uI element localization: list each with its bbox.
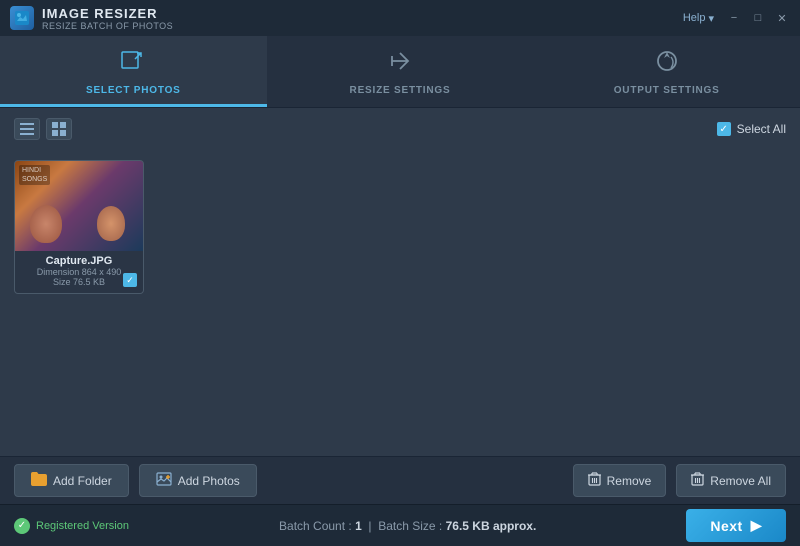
select-all-checkbox[interactable]: ✓ [717,122,731,136]
photo-dimension: Dimension 864 x 490 [21,267,137,277]
list-item[interactable]: HINDISONGS Capture.JPG Dimension 864 x 4… [14,160,144,294]
list-view-button[interactable] [14,118,40,140]
close-button[interactable]: ✕ [774,10,790,26]
status-bar: ✓ Registered Version Batch Count : 1 | B… [0,504,800,546]
photo-info: Capture.JPG Dimension 864 x 490 Size 76.… [15,251,143,293]
title-bar: IMAGE RESIZER RESIZE BATCH OF PHOTOS Hel… [0,0,800,36]
remove-all-button[interactable]: Remove All [676,464,786,497]
batch-info: Batch Count : 1 | Batch Size : 76.5 KB a… [129,519,686,533]
batch-size-value: 76.5 KB approx. [446,519,537,533]
maximize-button[interactable]: □ [750,10,766,26]
select-photos-icon [119,47,147,81]
resize-settings-icon [386,47,414,81]
next-button[interactable]: Next ▶ [686,509,786,542]
view-toggles [14,118,72,140]
app-icon [10,6,34,30]
add-photos-icon [156,472,172,489]
add-folder-button[interactable]: Add Folder [14,464,129,497]
remove-button[interactable]: Remove [573,464,667,497]
tab-resize-settings-label: RESIZE SETTINGS [350,85,451,96]
select-all-area[interactable]: ✓ Select All [717,122,786,136]
help-button[interactable]: Help ▾ [683,12,714,25]
tab-output-settings[interactable]: OUTPUT SETTINGS [533,36,800,107]
thumb-overlay: HINDISONGS [19,165,50,185]
add-photos-label: Add Photos [178,474,240,488]
photo-thumbnail: HINDISONGS [15,161,144,251]
batch-count-label: Batch Count : [279,519,352,533]
remove-label: Remove [607,474,652,488]
title-bar-left: IMAGE RESIZER RESIZE BATCH OF PHOTOS [10,6,173,31]
remove-all-icon [691,472,704,489]
grid-view-button[interactable] [46,118,72,140]
title-bar-text: IMAGE RESIZER RESIZE BATCH OF PHOTOS [42,6,173,31]
app-subtitle: RESIZE BATCH OF PHOTOS [42,21,173,31]
minimize-button[interactable]: − [726,10,742,26]
batch-count-value: 1 [355,519,362,533]
photo-name: Capture.JPG [21,255,137,267]
tab-output-settings-label: OUTPUT SETTINGS [614,85,720,96]
select-all-label: Select All [737,122,786,136]
tab-select-photos[interactable]: SELECT PHOTOS [0,36,267,107]
next-label: Next [710,518,742,534]
registered-label: Registered Version [36,520,129,532]
app-title: IMAGE RESIZER [42,6,173,21]
registered-icon: ✓ [14,518,30,534]
toolbar: ✓ Select All [0,108,800,150]
photo-checkbox[interactable]: ✓ [123,273,137,287]
photo-grid: HINDISONGS Capture.JPG Dimension 864 x 4… [0,150,800,456]
tab-resize-settings[interactable]: RESIZE SETTINGS [267,36,534,107]
tab-bar: SELECT PHOTOS RESIZE SETTINGS OUTPUT SET… [0,36,800,108]
photo-size: Size 76.5 KB [21,277,137,287]
output-settings-icon [653,47,681,81]
add-photos-button[interactable]: Add Photos [139,464,257,497]
bottom-bar: Add Folder Add Photos [0,456,800,504]
batch-size-label: Batch Size : [378,519,442,533]
remove-icon [588,472,601,489]
remove-all-label: Remove All [710,474,771,488]
folder-icon [31,472,47,489]
registered-badge: ✓ Registered Version [14,518,129,534]
window-controls: − □ ✕ [726,10,790,26]
next-arrow-icon: ▶ [751,517,762,534]
tab-select-photos-label: SELECT PHOTOS [86,85,181,96]
title-bar-right: Help ▾ − □ ✕ [683,10,790,26]
add-folder-label: Add Folder [53,474,112,488]
